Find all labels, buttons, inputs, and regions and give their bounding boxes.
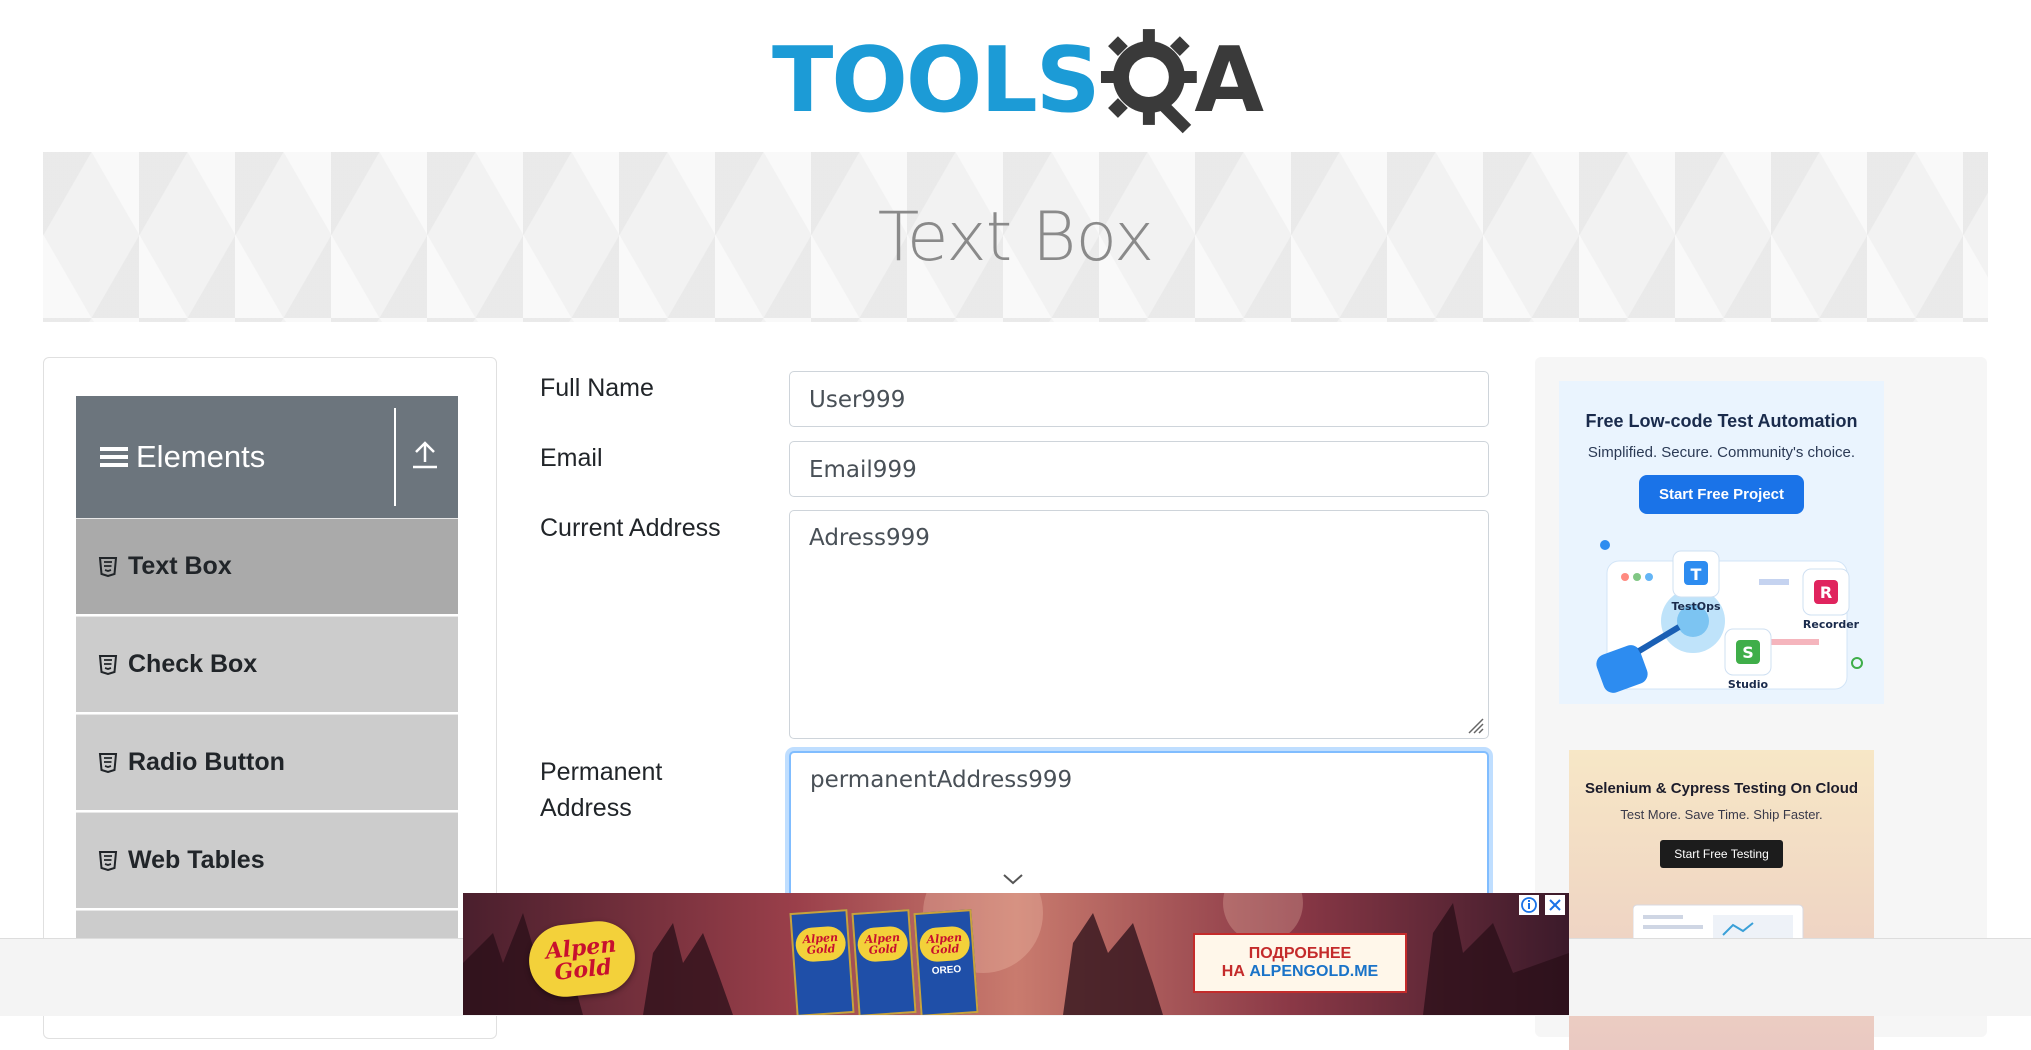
recorder-badge-icon: R Recorder [1802,568,1860,631]
email-label: Email [540,444,603,472]
testing-illustration: T TestOps R Recorder S Studio [1596,540,1863,693]
bar-logo: Alpen Gold [856,925,909,963]
html5-icon [98,654,118,675]
close-icon[interactable] [1545,895,1565,915]
logo-suffix: A [1194,28,1264,133]
current-address-textarea[interactable]: Adress999 [789,510,1489,739]
bar-logo: Alpen Gold [794,925,847,963]
permanent-address-label-line2: Address [540,794,632,822]
sidebar-item-label: Check Box [128,650,258,678]
sidebar-item-radio-button[interactable]: Radio Button [76,714,458,810]
bar-logo: Alpen Gold [918,925,971,963]
sidebar-item-text-box[interactable]: Text Box [76,518,458,614]
ad-cta-box[interactable]: ПОДРОБНЕЕ НА ALPENGOLD.ME [1193,933,1407,993]
svg-text:Studio: Studio [1728,678,1769,691]
studio-badge-icon: S Studio [1724,628,1772,691]
page-banner: Text Box [43,152,1988,322]
ad2-title: Selenium & Cypress Testing On Cloud [1584,780,1859,797]
page-title: Text Box [877,197,1154,277]
elements-group-header[interactable]: Elements [76,396,458,518]
svg-text:R: R [1820,583,1832,602]
logo-text: TOOLS [772,28,1101,133]
html5-icon [98,752,118,773]
full-name-input[interactable]: User999 [789,371,1489,427]
collapse-arrow-icon[interactable] [412,440,438,470]
current-address-value: Adress999 [809,525,930,551]
elements-menu-list: Text Box Check Box Radio Button Web Tabl… [76,518,458,1008]
cta-line2: НА ALPENGOLD.ME [1221,963,1379,980]
chevron-down-icon[interactable] [1002,872,1024,886]
brand-line2: Gold [553,954,613,986]
chocolate-bar: Alpen Gold OREO [913,909,979,1015]
ad2-subtitle: Test More. Save Time. Ship Faster. [1620,807,1823,822]
resize-grip-icon[interactable] [1466,716,1484,734]
group-title: Elements [136,439,266,474]
right-ad-column: Free Low-code Test Automation Simplified… [1535,357,1987,1050]
start-free-testing-button[interactable]: Start Free Testing [1660,840,1783,868]
bar-tag: OREO [931,963,962,977]
sidebar-item-label: Web Tables [128,846,265,874]
sidebar-item-web-tables[interactable]: Web Tables [76,812,458,908]
svg-text:T: T [1691,565,1702,584]
sidebar-item-label: Radio Button [128,748,285,776]
ad-info-icon[interactable] [1519,895,1539,915]
cta-line1: ПОДРОБНЕЕ [1248,945,1352,962]
chocolate-bars: Alpen Gold Alpen Gold Alpen Gold OREO [789,909,979,1015]
ad1-subtitle: Simplified. Secure. Community's choice. [1587,444,1856,461]
permanent-address-value: permanentAddress999 [810,767,1073,793]
chocolate-bar: Alpen Gold [789,909,855,1015]
permanent-address-label: Permanent Address [540,754,662,826]
permanent-address-textarea[interactable]: permanentAddress999 [789,751,1489,911]
testops-badge-icon: T TestOps [1671,550,1721,613]
permanent-address-label-line1: Permanent [540,758,663,786]
svg-text:Recorder: Recorder [1803,618,1860,631]
toolsqa-logo[interactable]: TOOLS A [772,22,1264,140]
alpen-gold-ad-banner[interactable]: Alpen Gold Alpen Gold Alpen Gold Alpen Gold… [463,893,1569,1015]
cta-site: ALPENGOLD.ME [1249,963,1379,980]
sidebar-item-check-box[interactable]: Check Box [76,616,458,712]
chocolate-bar: Alpen Gold [851,909,917,1015]
email-input[interactable]: Email999 [789,441,1489,497]
svg-text:S: S [1742,643,1754,662]
current-address-label: Current Address [540,514,721,542]
sidebar-item-label: Text Box [128,552,232,580]
html5-icon [98,556,118,577]
svg-text:TestOps: TestOps [1671,600,1721,613]
html5-icon [98,850,118,871]
left-sidebar: Elements Text Box Check Box Radio Button… [43,357,497,1039]
hamburger-icon [100,447,128,467]
full-name-label: Full Name [540,374,654,402]
start-free-project-button[interactable]: Start Free Project [1638,475,1805,514]
ad1-title: Free Low-code Test Automation [1585,411,1858,431]
header-divider [394,408,396,506]
katalon-ad[interactable]: Free Low-code Test Automation Simplified… [1559,381,1884,704]
